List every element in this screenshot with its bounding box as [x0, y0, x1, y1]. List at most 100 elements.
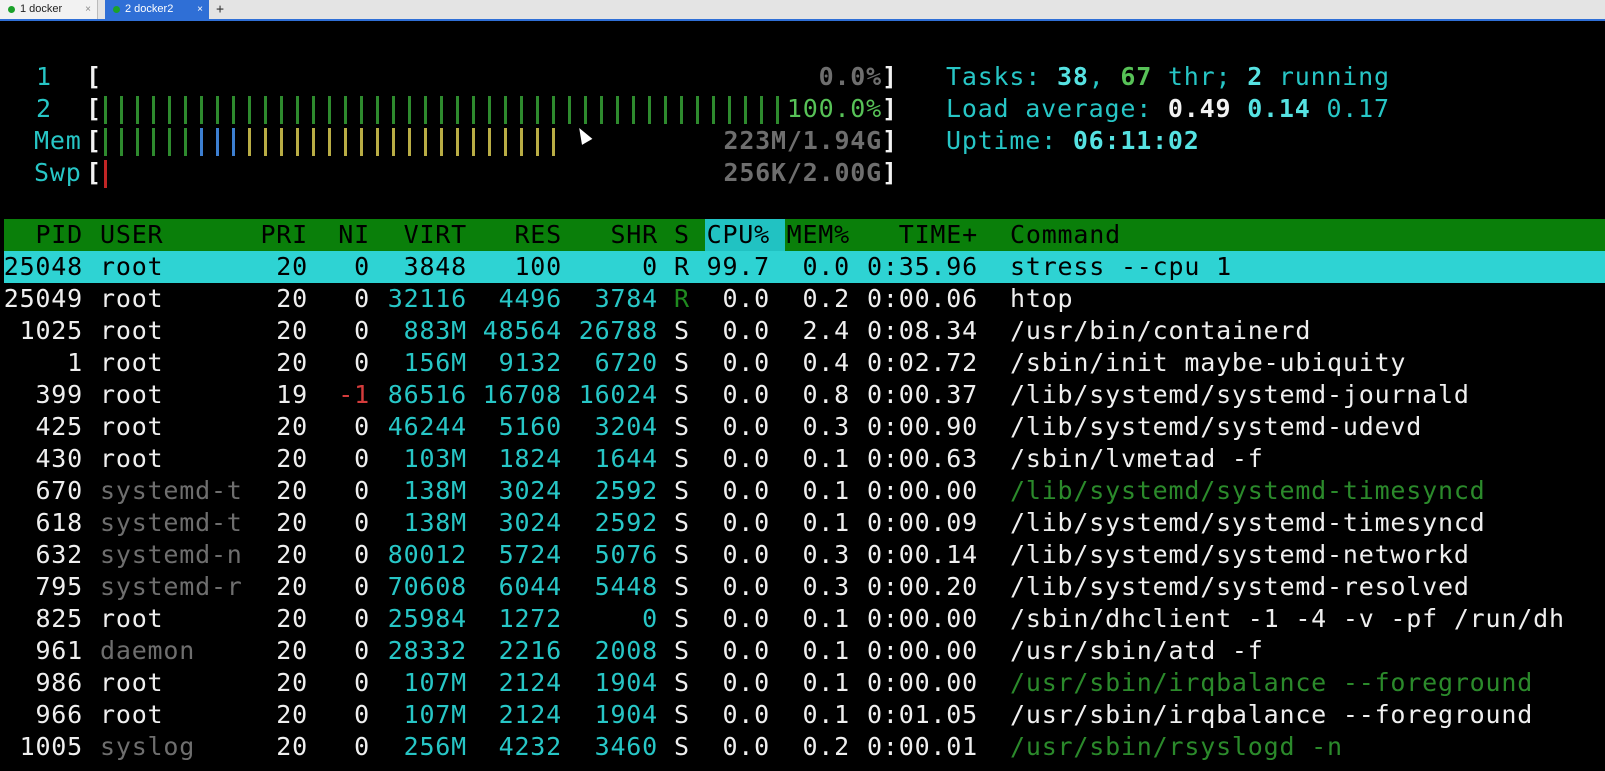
cell-mem: 0.2 — [802, 732, 850, 761]
terminal[interactable]: 1 2 Mem Swp [ [ [ [ ] ] ] ] 0.0% 100.0% … — [0, 23, 1605, 771]
col-mem[interactable]: MEM% — [787, 219, 850, 251]
cell-cpu: 0.0 — [722, 476, 770, 505]
table-row[interactable]: 618 systemd-t 20 0 138M 3024 2592 S 0.0 0.1 0:00.0… — [0, 507, 1605, 539]
col-user[interactable]: USER — [100, 219, 163, 251]
table-row[interactable]: 1005 syslog 20 0 256M 4232 3460 S 0.0 0.2 0:00.01 /… — [0, 731, 1605, 763]
tasks-line: Tasks: 38, 67 thr; 2 running — [946, 62, 1390, 91]
cell-shr: 3204 — [594, 412, 658, 441]
table-row[interactable]: 986 root 20 0 107M 2124 1904 S 0.0 0.1 0:00.00/usr… — [0, 667, 1605, 699]
col-res[interactable]: RES — [514, 219, 562, 251]
meter-tick — [664, 96, 667, 124]
meter-tick — [456, 96, 459, 124]
cell-cpu: 0.0 — [722, 540, 770, 569]
col-pid[interactable]: PID — [35, 219, 83, 251]
cell-virt: 156M — [403, 348, 467, 377]
meter-tick — [712, 96, 715, 124]
cell-pid: 425 — [35, 412, 83, 441]
cell-pri: 20 — [276, 444, 308, 473]
table-row[interactable]: 961 daemon 20 0 28332 2216 2008 S 0.0 0.1 0:00.00 /… — [0, 635, 1605, 667]
table-row[interactable]: 430 root 20 0 103M 1824 1644 S 0.0 0.1 0:00.63/sbi… — [0, 443, 1605, 475]
col-command[interactable]: Command — [1010, 219, 1121, 251]
meter-tick — [296, 128, 299, 156]
tab-label: 1 docker — [20, 3, 63, 15]
table-row[interactable]: 795 systemd-r 20 0 70608 6044 5448 S 0.0 0.3 0:00.… — [0, 571, 1605, 603]
meter-tick — [440, 128, 443, 156]
table-row[interactable]: 966 root 20 0 107M 2124 1904 S 0.0 0.1 0:01.05/usr… — [0, 699, 1605, 731]
cell-cpu: 0.0 — [722, 572, 770, 601]
cell-time: 0:00.06 — [867, 284, 978, 313]
cell-res: 3024 — [498, 476, 562, 505]
cell-time: 0:35.96 — [867, 252, 978, 281]
meter-tick — [184, 128, 187, 156]
cell-res: 1824 — [498, 444, 562, 473]
cell-pri: 20 — [276, 604, 308, 633]
meter-tick — [280, 128, 283, 156]
col-shr[interactable]: SHR — [610, 219, 658, 251]
cell-pid: 1005 — [19, 732, 83, 761]
cell-pri: 20 — [276, 348, 308, 377]
col-time[interactable]: TIME+ — [899, 219, 978, 251]
cell-res: 2124 — [498, 700, 562, 729]
tab-bar: 1 docker × 2 docker2 × + — [0, 0, 1605, 21]
meter-tick — [232, 96, 235, 124]
cell-pid: 825 — [35, 604, 83, 633]
cell-shr: 26788 — [578, 316, 658, 345]
cell-user: root — [100, 700, 164, 729]
table-row[interactable]: 399 root 19 -1 86516 16708 16024 S 0.0 0.8 0:00.37… — [0, 379, 1605, 411]
cell-pid: 966 — [35, 700, 83, 729]
col-state[interactable]: S — [674, 219, 690, 251]
meter-tick — [104, 128, 107, 156]
cell-pid: 1025 — [19, 316, 83, 345]
cell-pid: 670 — [35, 476, 83, 505]
cell-virt: 138M — [403, 508, 467, 537]
cell-user: root — [100, 284, 164, 313]
cell-mem: 0.1 — [802, 508, 850, 537]
cell-time: 0:00.00 — [867, 604, 978, 633]
col-cpu[interactable]: CPU% — [707, 219, 770, 251]
cell-s: S — [674, 700, 690, 729]
col-pri[interactable]: PRI — [260, 219, 308, 251]
meter-bracket-open: [ — [86, 94, 102, 123]
table-row[interactable]: 25048 root 20 0 3848 100 0 R 99.7 0.0 0:35.96 stres… — [0, 251, 1605, 283]
cell-s: S — [674, 508, 690, 537]
meter-tick — [184, 96, 187, 124]
close-icon[interactable]: × — [85, 0, 91, 19]
cell-mem: 0.2 — [802, 284, 850, 313]
table-row[interactable]: 670 systemd-t 20 0 138M 3024 2592 S 0.0 0.1 0:00.0… — [0, 475, 1605, 507]
cell-cpu: 0.0 — [722, 380, 770, 409]
cell-res: 2216 — [498, 636, 562, 665]
meter-tick — [536, 96, 539, 124]
table-row[interactable]: 25049 root 20 0 32116 4496 3784 R 0.0 0.2 0:00.06 h… — [0, 283, 1605, 315]
cell-pid: 618 — [35, 508, 83, 537]
table-row[interactable]: 1025 root 20 0 883M 48564 26788 S 0.0 2.4 0:08.34 /… — [0, 315, 1605, 347]
table-row[interactable]: 1 root 20 0 156M 9132 6720 S 0.0 0.4 0:02.72/sbin/… — [0, 347, 1605, 379]
cell-s: S — [674, 668, 690, 697]
cell-cmd: /sbin/dhclient -1 -4 -v -pf /run/dh — [1010, 604, 1565, 633]
col-virt[interactable]: VIRT — [404, 219, 467, 251]
tab-docker2[interactable]: 2 docker2 × — [105, 0, 209, 19]
table-row[interactable]: 825 root 20 0 25984 1272 0 S 0.0 0.1 0:00.00/sbin/… — [0, 603, 1605, 635]
cell-pri: 20 — [276, 700, 308, 729]
meter-tick — [680, 96, 683, 124]
meter-tick — [776, 96, 779, 124]
cell-s: R — [674, 252, 690, 281]
table-row[interactable]: 425 root 20 0 46244 5160 3204 S 0.0 0.3 0:00.90/li… — [0, 411, 1605, 443]
cell-virt: 32116 — [387, 284, 467, 313]
tab-docker[interactable]: 1 docker × — [0, 0, 98, 19]
cell-cmd: /lib/systemd/systemd-resolved — [1010, 572, 1470, 601]
uptime-line: Uptime: 06:11:02 — [946, 126, 1200, 155]
new-tab-button[interactable]: + — [213, 0, 227, 19]
close-icon[interactable]: × — [197, 0, 203, 19]
col-ni[interactable]: NI — [338, 219, 370, 251]
cell-res: 4232 — [498, 732, 562, 761]
cell-cmd: /usr/bin/containerd — [1010, 316, 1312, 345]
cell-ni: -1 — [338, 380, 370, 409]
table-row[interactable]: 632 systemd-n 20 0 80012 5724 5076 S 0.0 0.3 0:00.… — [0, 539, 1605, 571]
cell-user: syslog — [100, 732, 196, 761]
cell-virt: 107M — [403, 700, 467, 729]
cell-shr: 0 — [642, 252, 658, 281]
cell-mem: 0.1 — [802, 700, 850, 729]
cell-s: S — [674, 380, 690, 409]
cell-time: 0:02.72 — [867, 348, 978, 377]
meter-bracket-close: ] — [882, 126, 898, 155]
